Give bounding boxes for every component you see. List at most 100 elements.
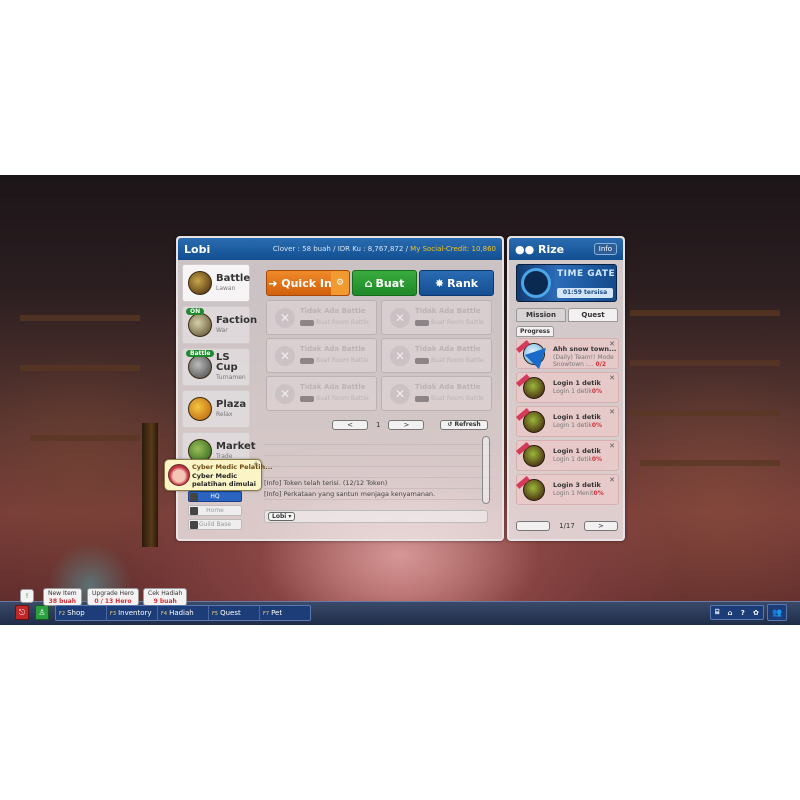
quest-pager: 1/17 > [516, 521, 618, 531]
prev-page-button[interactable]: < [332, 420, 368, 430]
chat-channel-select[interactable]: Lobi ▾ [268, 512, 296, 521]
quest-title: Ahh snow town... [553, 345, 617, 353]
next-page-button[interactable]: > [583, 521, 618, 531]
alert-icon[interactable]: ! [20, 589, 34, 603]
room-title: Tidak Ada Battle [415, 383, 481, 391]
create-room-button[interactable]: ⌂ Buat [352, 270, 417, 296]
close-icon: ✕ [275, 346, 295, 366]
clover-count: Clover : 58 buah [272, 245, 331, 253]
close-icon[interactable]: ✕ [609, 408, 615, 416]
quest-desc: Login 1 detik [553, 388, 592, 395]
status-badge: ON [186, 308, 205, 315]
bag-button[interactable]: ♙ [35, 605, 49, 620]
time-gate-title: TIME GATE [557, 269, 616, 279]
expand-icon[interactable]: + [253, 460, 259, 468]
next-page-button[interactable]: > [388, 420, 425, 430]
gear-icon[interactable]: ⚙ [331, 271, 349, 295]
system-buttons: ⌸ ⌂ ? ✿ [710, 605, 764, 620]
rank-button[interactable]: ✸ Rank [419, 270, 494, 296]
quest-progress: 0% [591, 388, 602, 395]
chat-input[interactable]: Lobi ▾ [264, 510, 488, 523]
room-grid: ✕ Tidak Ada Battle Buat Room Battle ✕ Tidak… [266, 300, 492, 411]
room-pill [415, 395, 429, 402]
notification-tooltip[interactable]: Cyber Medic Pelatih... Cyber Medic pelat… [164, 459, 273, 491]
hotkey-label: F5 [212, 611, 219, 617]
nav-item-battle[interactable]: Battle Lawan [182, 264, 250, 302]
menu-inventory[interactable]: F3 Inventory [107, 606, 158, 620]
menu-hadiah[interactable]: F4 Hadiah [158, 606, 209, 620]
hotkey-label: F7 [263, 611, 270, 617]
time-gate-timer: 01:59 tersisa [557, 288, 613, 298]
quest-title: Login 1 detik [553, 447, 601, 455]
plaza-icon [188, 397, 212, 421]
calendar-icon[interactable]: ⌸ [715, 608, 719, 617]
quest-item[interactable]: Login 1 detik Login 1 detik0% ✕ [516, 372, 619, 403]
quest-title: Login 1 detik [553, 379, 601, 387]
upgrade-hero-tip[interactable]: Upgrade Hero 0 / 13 Hero [87, 588, 139, 606]
quick-in-button[interactable]: ➜ Quick In ⚙ [266, 270, 350, 296]
quest-title: Login 1 detik [553, 413, 601, 421]
room-slot[interactable]: ✕ Tidak Ada Battle Buat Room Battle [266, 338, 377, 373]
friends-button[interactable]: 👥 [767, 604, 787, 621]
quest-desc: Login 1 detik [553, 456, 592, 463]
bottom-menu: F2 Shop F3 Inventory F4 Hadiah F5 Quest F7 Pe… [55, 605, 311, 621]
status-badge: Battle [186, 350, 215, 357]
quest-item[interactable]: Login 1 detik Login 1 detik0% ✕ [516, 406, 619, 437]
room-pill [300, 319, 314, 326]
prev-page-button[interactable] [516, 521, 550, 531]
room-slot[interactable]: ✕ Tidak Ada Battle Buat Room Battle [381, 300, 492, 335]
menu-quest[interactable]: F5 Quest [209, 606, 260, 620]
nav-item-ls-cup[interactable]: Battle LS Cup Turnamen [182, 348, 250, 386]
info-button[interactable]: Info [593, 243, 617, 255]
chat-line [264, 445, 492, 456]
close-icon[interactable]: ✕ [609, 442, 615, 450]
guild-icon [190, 521, 198, 529]
home-icon [190, 507, 198, 515]
nav-sublabel: Turnamen [216, 374, 246, 381]
room-slot[interactable]: ✕ Tidak Ada Battle Buat Room Battle [381, 376, 492, 411]
room-sub: Buat Room Battle [431, 395, 484, 402]
new-item-tip[interactable]: New Item 38 buah [43, 588, 82, 606]
separator: / [333, 245, 336, 253]
menu-pet[interactable]: F7 Pet [260, 606, 310, 620]
guild-base-button[interactable]: Guild Base [188, 519, 242, 530]
chat-scrollbar[interactable] [482, 436, 490, 504]
quest-item[interactable]: Login 3 detik Login 1 Menit0% ✕ [516, 474, 619, 505]
chat-line: [Info] Perkataan yang santun menjaga ken… [264, 489, 492, 500]
gear-icon[interactable]: ✿ [753, 609, 759, 617]
home-button[interactable]: Home [188, 505, 242, 516]
room-sub: Buat Room Battle [316, 395, 369, 402]
menu-shop[interactable]: F2 Shop [56, 606, 107, 620]
hotkey-label: F2 [59, 611, 66, 617]
exit-button[interactable]: ⎋ [15, 605, 29, 620]
time-gate-banner[interactable]: TIME GATE 01:59 tersisa [516, 264, 617, 302]
currency-stats: Clover : 58 buah / IDR Ku : 8,767,872 / … [273, 245, 496, 253]
room-slot[interactable]: ✕ Tidak Ada Battle Buat Room Battle [266, 376, 377, 411]
refresh-button[interactable]: ↺ Refresh [440, 420, 488, 430]
nav-item-faction[interactable]: ON Faction War [182, 306, 257, 344]
nav-sublabel: Relax [216, 411, 233, 418]
close-icon[interactable]: ✕ [609, 374, 615, 382]
button-label: Rank [447, 276, 479, 290]
cek-hadiah-tip[interactable]: Cek Hadiah 9 buah [143, 588, 188, 606]
hq-button[interactable]: HQ [188, 491, 242, 502]
tip-label: Cek Hadiah [148, 590, 183, 597]
lobby-panel: Lobi Clover : 58 buah / IDR Ku : 8,767,8… [176, 236, 504, 541]
close-icon[interactable]: ✕ [609, 476, 615, 484]
tab-progress[interactable]: Progress [516, 326, 554, 337]
tab-mission[interactable]: Mission [516, 308, 566, 322]
room-sub: Buat Room Battle [431, 357, 484, 364]
lobby-nav: Battle Lawan ON Faction War Battle LS Cup T… [182, 264, 257, 474]
tab-quest[interactable]: Quest [568, 308, 618, 322]
background-shelf [20, 365, 140, 371]
nav-item-plaza[interactable]: Plaza Relax [182, 390, 250, 428]
lobby-title: Lobi [184, 242, 211, 256]
nav-sublabel: Lawan [216, 285, 236, 292]
room-slot[interactable]: ✕ Tidak Ada Battle Buat Room Battle [381, 338, 492, 373]
home-icon[interactable]: ⌂ [728, 609, 733, 617]
room-slot[interactable]: ✕ Tidak Ada Battle Buat Room Battle [266, 300, 377, 335]
quest-item[interactable]: Login 1 detik Login 1 detik0% ✕ [516, 440, 619, 471]
close-icon[interactable]: ✕ [609, 340, 615, 348]
help-icon[interactable]: ? [741, 609, 745, 617]
close-icon: ✕ [390, 384, 410, 404]
